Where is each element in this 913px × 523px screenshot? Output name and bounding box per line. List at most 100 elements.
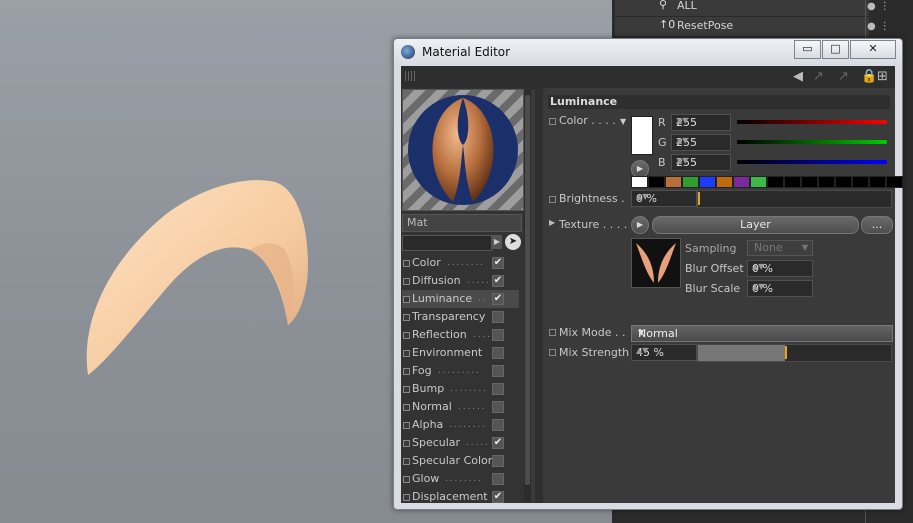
visibility-dots-icon[interactable]: ●⋮ [867, 21, 897, 32]
forward-arrow-icon[interactable]: ↗ [838, 69, 849, 84]
spinner-icon[interactable]: ▲▼ [752, 282, 809, 291]
channel-checkbox[interactable] [492, 473, 504, 485]
channel-checkbox[interactable] [492, 383, 504, 395]
channel-anim-toggle[interactable] [403, 368, 410, 375]
title-bar[interactable]: Material Editor ▭ □ ✕ [394, 39, 902, 66]
object-row-all[interactable]: ⚲ ALL ●⋮ [615, 0, 890, 17]
channel-item-specular[interactable]: Specular . . . . . ✔ [402, 434, 519, 452]
mix-strength-marker[interactable] [784, 346, 787, 359]
channel-anim-toggle[interactable] [403, 296, 410, 303]
channel-search-field[interactable] [402, 235, 492, 251]
texture-layer-button[interactable]: Layer [652, 216, 859, 234]
color-swatch[interactable] [699, 176, 716, 188]
mix-strength-anim-toggle[interactable] [549, 349, 556, 356]
lock-icon[interactable]: 🔒 [861, 69, 877, 84]
channel-anim-toggle[interactable] [403, 404, 410, 411]
channel-item-environment[interactable]: Environment [402, 344, 519, 362]
r-field[interactable]: 255 ▲▼ [671, 114, 731, 131]
blur-scale-field[interactable]: 0 % ▲▼ [747, 280, 813, 297]
spinner-icon[interactable]: ▲▼ [752, 262, 809, 271]
g-field[interactable]: 255 ▲▼ [671, 134, 731, 151]
channel-anim-toggle[interactable] [403, 458, 410, 465]
texture-expand-icon[interactable]: ▶ [549, 218, 555, 227]
channel-checkbox[interactable] [492, 455, 504, 467]
channel-checkbox[interactable]: ✔ [492, 257, 504, 269]
up-arrow-icon[interactable]: ↗ [813, 69, 824, 84]
channel-arrow-button[interactable]: ▶ [492, 235, 502, 249]
color-swatch[interactable] [682, 176, 699, 188]
b-slider[interactable] [737, 160, 887, 164]
color-expand-icon[interactable]: ▼ [620, 117, 626, 126]
color-swatch[interactable] [852, 176, 869, 188]
channel-item-transparency[interactable]: Transparency [402, 308, 519, 326]
channel-anim-toggle[interactable] [403, 476, 410, 483]
channel-checkbox[interactable] [492, 311, 504, 323]
channel-item-fog[interactable]: Fog . . . . . . . . . [402, 362, 519, 380]
channel-anim-toggle[interactable] [403, 350, 410, 357]
channel-item-displacement[interactable]: Displacement ✔ [402, 488, 519, 506]
brightness-marker[interactable] [698, 192, 700, 205]
color-swatch[interactable] [648, 176, 665, 188]
color-swatch[interactable] [733, 176, 750, 188]
channel-checkbox[interactable] [492, 419, 504, 431]
color-swatch[interactable] [818, 176, 835, 188]
color-swatch[interactable] [631, 176, 648, 188]
channel-item-color[interactable]: Color . . . . . . . . ✔ [402, 254, 519, 272]
color-preview-swatch[interactable] [631, 116, 653, 155]
color-swatch[interactable] [665, 176, 682, 188]
channel-item-diffusion[interactable]: Diffusion . . . . . ✔ [402, 272, 519, 290]
panel-divider[interactable] [535, 88, 543, 503]
sidebar-scrollbar[interactable] [524, 89, 531, 502]
channel-anim-toggle[interactable] [403, 278, 410, 285]
visibility-dots-icon[interactable]: ●⋮ [867, 1, 897, 12]
channel-checkbox[interactable] [492, 347, 504, 359]
spinner-icon[interactable]: ▲▼ [636, 346, 693, 355]
channel-anim-toggle[interactable] [403, 260, 410, 267]
color-swatch[interactable] [801, 176, 818, 188]
object-row-resetpose[interactable]: ↑0 ResetPose ●⋮ [615, 17, 890, 37]
channel-anim-toggle[interactable] [403, 386, 410, 393]
mix-mode-anim-toggle[interactable] [549, 329, 556, 336]
channel-anim-toggle[interactable] [403, 440, 410, 447]
channel-anim-toggle[interactable] [403, 494, 410, 501]
color-swatch[interactable] [869, 176, 886, 188]
mix-strength-field[interactable]: 45 % ▲▼ [631, 344, 697, 361]
blur-offset-field[interactable]: 0 % ▲▼ [747, 260, 813, 277]
channel-item-luminance[interactable]: Luminance . . ✔ [402, 290, 519, 308]
spinner-icon[interactable]: ▲▼ [636, 192, 693, 201]
sampling-dropdown[interactable]: None ▼ [747, 240, 813, 256]
color-swatch[interactable] [750, 176, 767, 188]
color-swatch[interactable] [886, 176, 903, 188]
channel-checkbox[interactable] [492, 365, 504, 377]
minimize-button[interactable]: ▭ [794, 40, 821, 59]
new-panel-icon[interactable]: ⊞ [877, 69, 888, 84]
spinner-icon[interactable]: ▲▼ [676, 156, 727, 165]
pick-cursor-icon[interactable]: ➤ [505, 234, 521, 250]
g-slider[interactable] [737, 140, 887, 144]
channel-checkbox[interactable]: ✔ [492, 437, 504, 449]
channel-anim-toggle[interactable] [403, 314, 410, 321]
material-name-field[interactable]: Mat [402, 214, 522, 232]
texture-menu-button[interactable]: ▶ [631, 216, 649, 234]
grip-icon[interactable] [405, 71, 415, 81]
channel-checkbox[interactable]: ✔ [492, 293, 504, 305]
color-swatch[interactable] [835, 176, 852, 188]
close-button[interactable]: ✕ [850, 40, 896, 59]
color-anim-toggle[interactable] [549, 118, 556, 125]
scrollbar-thumb[interactable] [525, 95, 530, 485]
brightness-slider[interactable] [697, 190, 892, 208]
mix-strength-slider[interactable] [697, 344, 892, 362]
channel-item-specular-color[interactable]: Specular Color [402, 452, 519, 470]
texture-thumbnail[interactable] [631, 238, 681, 288]
color-swatch[interactable] [716, 176, 733, 188]
texture-more-button[interactable]: ... [861, 216, 893, 234]
channel-checkbox[interactable] [492, 401, 504, 413]
channel-item-reflection[interactable]: Reflection . . . . [402, 326, 519, 344]
back-arrow-icon[interactable]: ◀ [793, 69, 803, 84]
spinner-icon[interactable]: ▲▼ [676, 116, 727, 125]
channel-anim-toggle[interactable] [403, 422, 410, 429]
color-swatch[interactable] [784, 176, 801, 188]
channel-anim-toggle[interactable] [403, 332, 410, 339]
material-preview[interactable] [402, 89, 524, 211]
spinner-icon[interactable]: ▲▼ [676, 136, 727, 145]
